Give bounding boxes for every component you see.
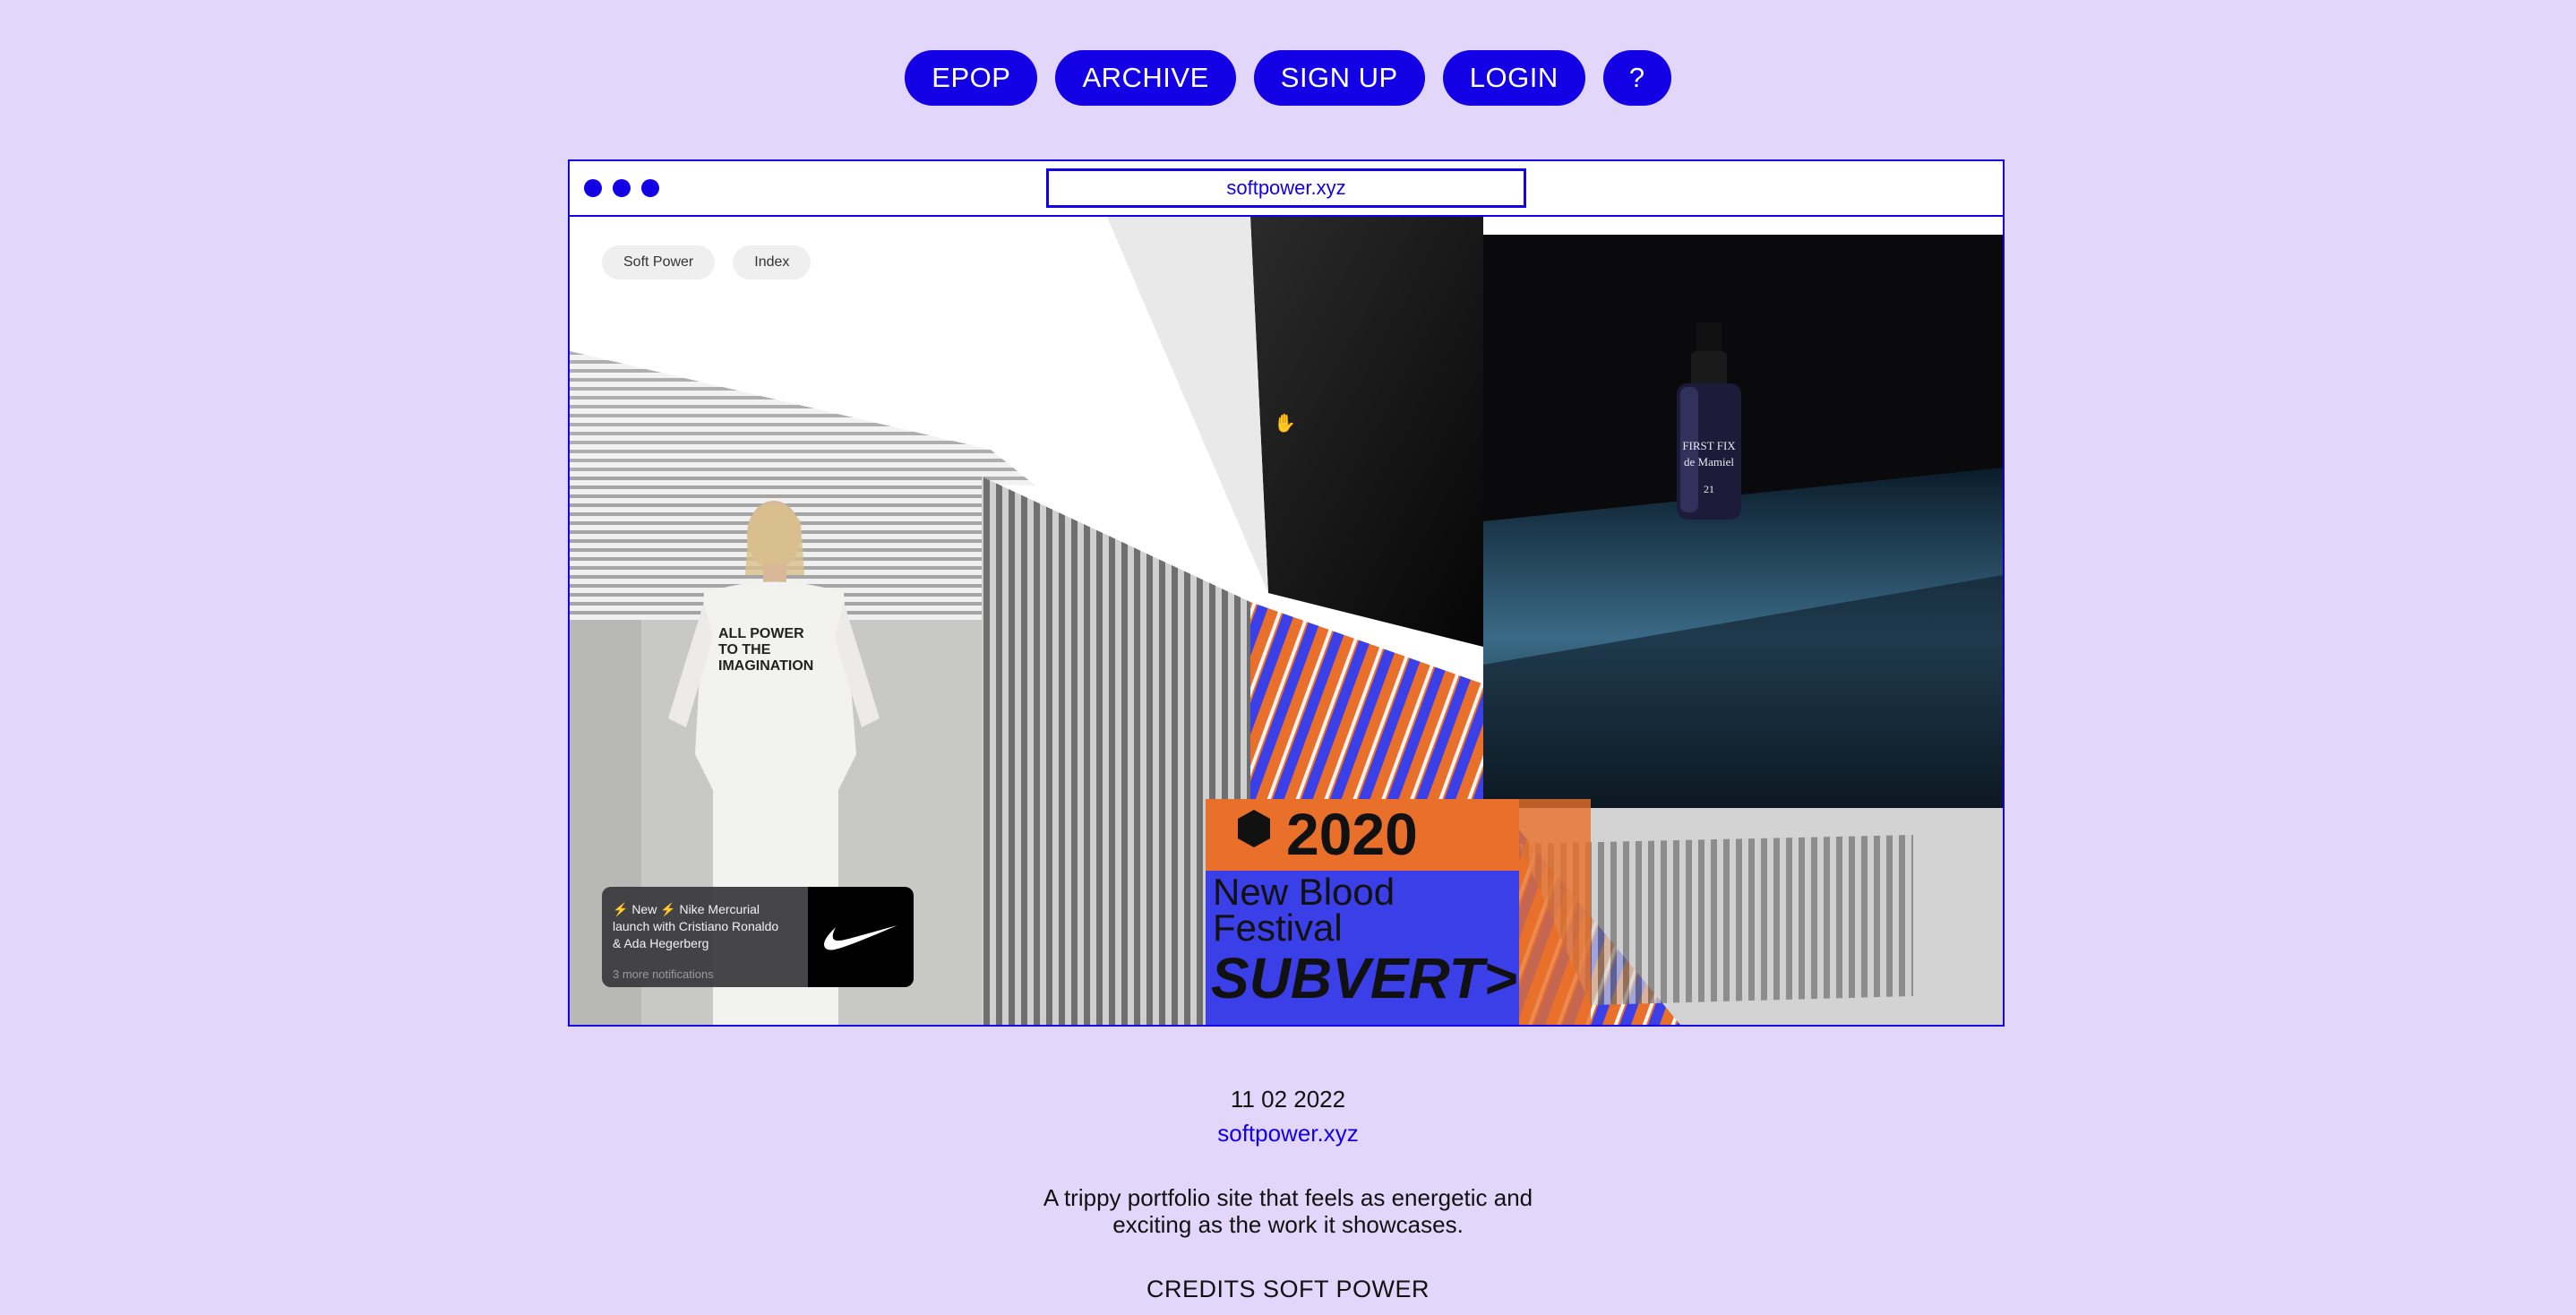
entry-credits: CREDITS SOFT POWER — [1146, 1276, 1430, 1302]
notification-text: ⚡ New ⚡ Nike Mercurial launch with Crist… — [613, 901, 808, 952]
shirt-text-3: IMAGINATION — [718, 658, 813, 674]
archive-button[interactable]: ARCHIVE — [1055, 50, 1236, 106]
site-nav-index[interactable]: Index — [733, 245, 811, 279]
shirt-text-1: ALL POWER — [718, 626, 804, 641]
notification-line-1: ⚡ New ⚡ Nike Mercurial — [613, 902, 760, 916]
nike-swoosh-icon — [808, 887, 914, 987]
help-button[interactable]: ? — [1602, 50, 1671, 106]
sign-up-button[interactable]: SIGN UP — [1253, 50, 1425, 106]
entry-link[interactable]: softpower.xyz — [0, 1120, 2576, 1147]
browser-preview: softpower.xyz ALL POWER TO THE IMAGINATI… — [568, 159, 2005, 1027]
site-nav: Soft Power Index — [602, 245, 811, 279]
site-viewport[interactable]: ALL POWER TO THE IMAGINATION FIRST FIX d… — [570, 217, 2003, 1025]
epop-button[interactable]: EPOP — [905, 50, 1038, 106]
site-nav-soft-power[interactable]: Soft Power — [602, 245, 716, 279]
entry-date: 11 02 2022 — [1230, 1086, 1346, 1113]
entry-description: A trippy portfolio site that feels as en… — [0, 1184, 2576, 1238]
notification-card[interactable]: ⚡ New ⚡ Nike Mercurial launch with Crist… — [602, 887, 914, 987]
shirt-text-2: TO THE — [718, 642, 771, 658]
product-label-1: FIRST FIX — [1682, 439, 1736, 452]
notification-more[interactable]: 3 more notifications — [613, 967, 714, 981]
product-label-3: 21 — [1704, 483, 1714, 495]
festival-year: 2020 — [1286, 801, 1418, 867]
login-button[interactable]: LOGIN — [1442, 50, 1585, 106]
product-label-2: de Mamiel — [1684, 455, 1734, 468]
browser-chrome: softpower.xyz — [570, 161, 2003, 217]
notification-line-2: launch with Cristiano Ronaldo — [613, 919, 779, 933]
entry-description-line-2: exciting as the work it showcases. — [1112, 1211, 1464, 1238]
festival-subvert: SUBVERT> — [1211, 946, 1517, 1010]
hand-cursor-icon: ✋ — [1274, 414, 1296, 434]
window-dot-icon — [584, 179, 602, 197]
url-bar[interactable]: softpower.xyz — [1046, 168, 1526, 208]
entry-description-line-1: A trippy portfolio site that feels as en… — [1043, 1184, 1533, 1211]
notification-line-3: & Ada Hegerberg — [613, 936, 709, 950]
top-nav: EPOP ARCHIVE SIGN UP LOGIN ? — [0, 50, 2576, 106]
window-dot-icon — [613, 179, 631, 197]
window-dot-icon — [641, 179, 659, 197]
festival-title-2: Festival — [1213, 907, 1343, 949]
